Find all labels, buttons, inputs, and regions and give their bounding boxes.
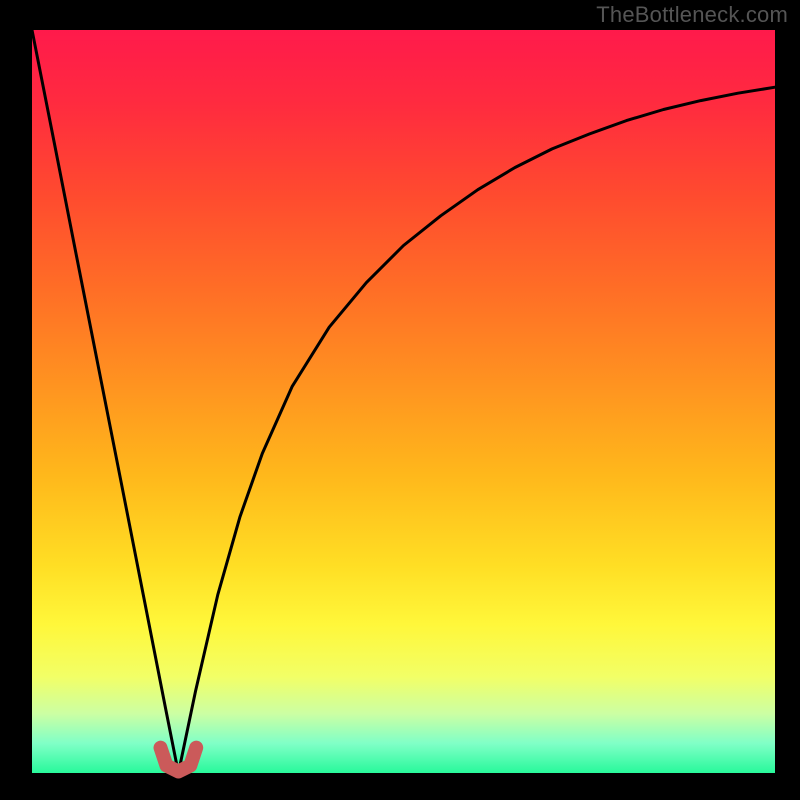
chart-root: TheBottleneck.com — [0, 0, 800, 800]
plot-area — [32, 30, 775, 773]
bottleneck-chart — [0, 0, 800, 800]
attribution-text: TheBottleneck.com — [596, 2, 788, 28]
